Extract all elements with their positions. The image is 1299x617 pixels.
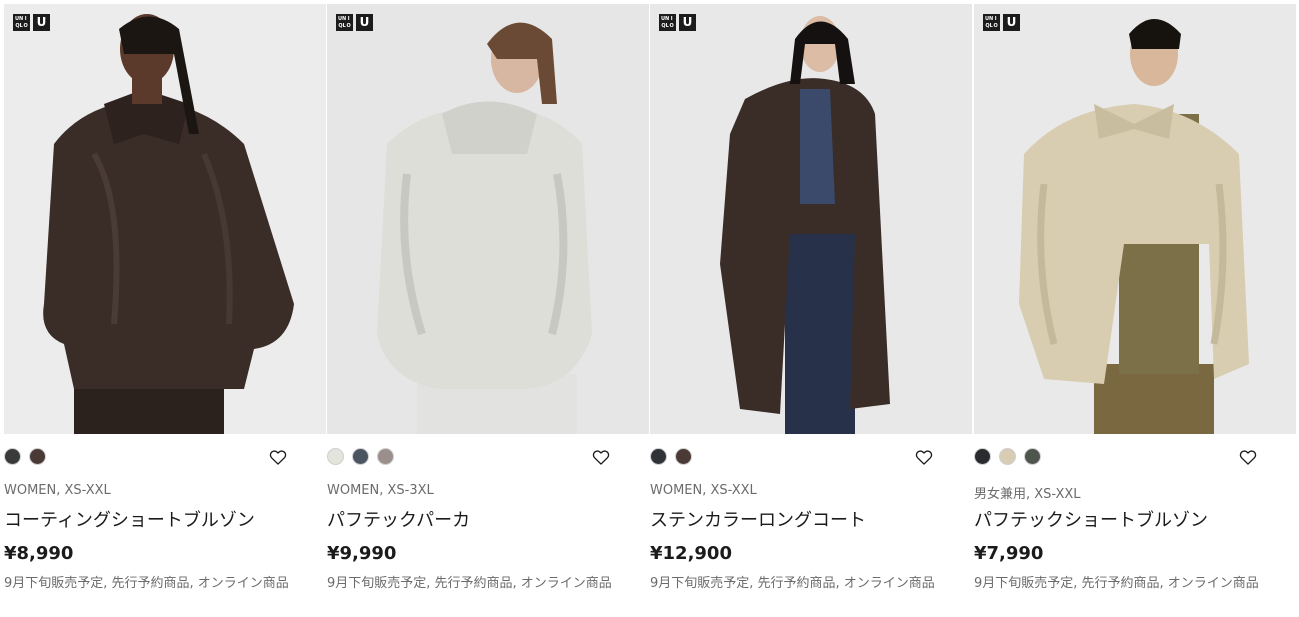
color-swatches (4, 448, 46, 465)
u-logo: U (679, 14, 696, 31)
u-logo: U (33, 14, 50, 31)
uniqlo-logo: UN I QL O (13, 14, 30, 31)
color-swatches (974, 448, 1041, 465)
product-image[interactable]: UN I QL O U (327, 4, 649, 434)
uniqlo-u-logo: UN I QL O U (659, 14, 696, 31)
color-swatch[interactable] (4, 448, 21, 465)
color-swatch[interactable] (377, 448, 394, 465)
color-swatch[interactable] (352, 448, 369, 465)
product-image[interactable]: UN I QL O U (4, 4, 326, 434)
product-meta: WOMEN, XS-XXL (4, 483, 111, 498)
model-illustration (4, 4, 326, 434)
u-logo: U (356, 14, 373, 31)
product-card[interactable]: UN I QL O U (327, 0, 649, 617)
u-logo: U (1003, 14, 1020, 31)
product-name[interactable]: パフテックショートブルゾン (974, 506, 1208, 532)
product-meta: WOMEN, XS-XXL (650, 483, 757, 498)
uniqlo-u-logo: UN I QL O U (983, 14, 1020, 31)
product-note: 9月下旬販売予定, 先行予約商品, オンライン商品 (974, 576, 1259, 591)
model-illustration (650, 4, 972, 434)
product-card[interactable]: UN I QL O U (974, 0, 1296, 617)
product-note: 9月下旬販売予定, 先行予約商品, オンライン商品 (4, 576, 289, 591)
color-swatch[interactable] (675, 448, 692, 465)
color-swatch[interactable] (650, 448, 667, 465)
product-image[interactable]: UN I QL O U (650, 4, 972, 434)
heart-outline-icon[interactable] (591, 447, 611, 467)
color-swatches (650, 448, 692, 465)
model-illustration (974, 4, 1296, 434)
uniqlo-logo: UN I QL O (983, 14, 1000, 31)
product-price: ¥9,990 (327, 543, 397, 564)
product-image[interactable]: UN I QL O U (974, 4, 1296, 434)
product-name[interactable]: パフテックパーカ (327, 506, 470, 532)
product-price: ¥7,990 (974, 543, 1044, 564)
uniqlo-logo: UN I QL O (659, 14, 676, 31)
color-swatches (327, 448, 394, 465)
product-card[interactable]: UN I QL O U WOMEN, XS-XXL ステンカラーロングコート ¥… (650, 0, 972, 617)
product-meta: 男女兼用, XS-XXL (974, 487, 1081, 502)
product-card[interactable]: UN I QL O U (4, 0, 326, 617)
heart-outline-icon[interactable] (1238, 447, 1258, 467)
model-illustration (327, 4, 649, 434)
uniqlo-u-logo: UN I QL O U (336, 14, 373, 31)
color-swatch[interactable] (1024, 448, 1041, 465)
heart-outline-icon[interactable] (914, 447, 934, 467)
product-name[interactable]: ステンカラーロングコート (650, 506, 866, 532)
product-name[interactable]: コーティングショートブルゾン (4, 506, 255, 532)
product-price: ¥8,990 (4, 543, 74, 564)
color-swatch[interactable] (974, 448, 991, 465)
product-meta: WOMEN, XS-3XL (327, 483, 434, 498)
uniqlo-u-logo: UN I QL O U (13, 14, 50, 31)
color-swatch[interactable] (29, 448, 46, 465)
product-price: ¥12,900 (650, 543, 732, 564)
color-swatch[interactable] (999, 448, 1016, 465)
color-swatch[interactable] (327, 448, 344, 465)
uniqlo-logo: UN I QL O (336, 14, 353, 31)
heart-outline-icon[interactable] (268, 447, 288, 467)
product-note: 9月下旬販売予定, 先行予約商品, オンライン商品 (650, 576, 935, 591)
product-grid: UN I QL O U WOMEN, XS-XXL コーティングショートブルゾン… (0, 0, 1299, 617)
product-note: 9月下旬販売予定, 先行予約商品, オンライン商品 (327, 576, 612, 591)
